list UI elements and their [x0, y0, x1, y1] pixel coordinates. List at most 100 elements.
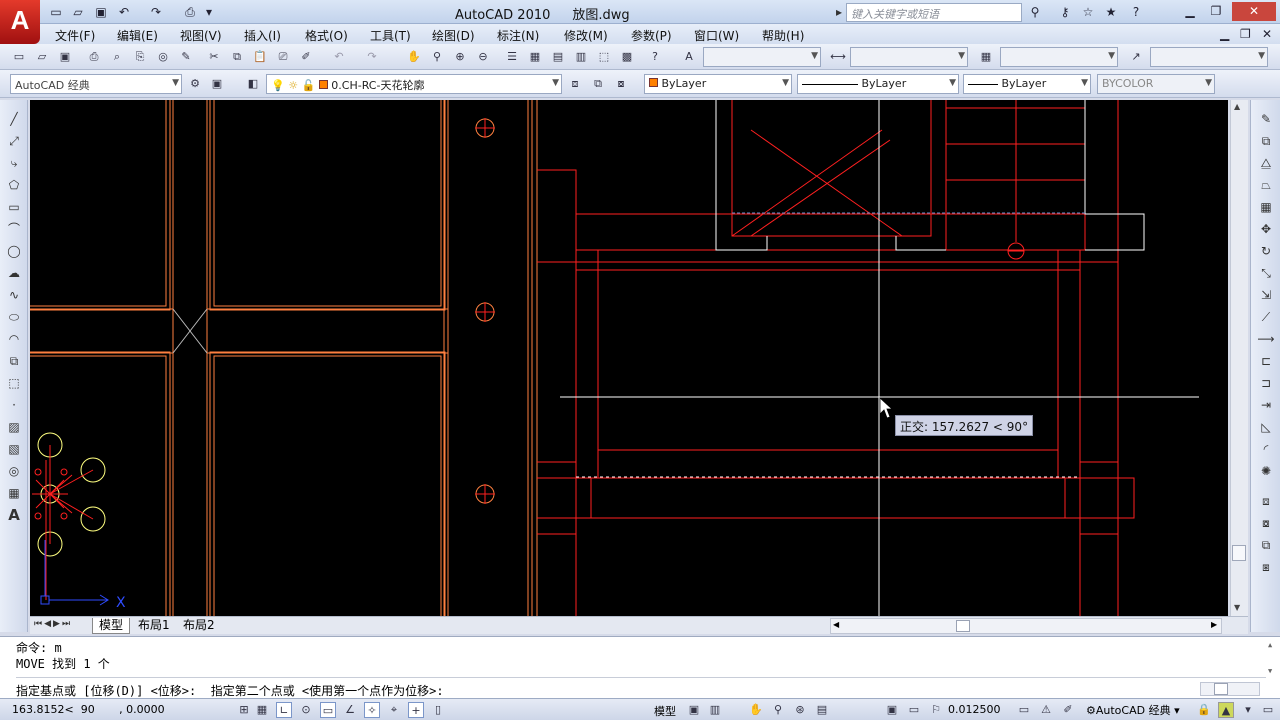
close-window-icon[interactable]: ✕ — [1232, 2, 1276, 21]
arc-icon[interactable]: ⌒ — [5, 220, 23, 238]
horizontal-scroll-thumb[interactable] — [956, 620, 970, 632]
extend-icon[interactable]: ⟶ — [1257, 330, 1275, 348]
stretch-icon[interactable]: ⇲ — [1257, 286, 1275, 304]
make-block-icon[interactable]: ⬚ — [5, 374, 23, 392]
infer-constraints-icon[interactable]: ⊞ — [236, 702, 252, 718]
open-icon[interactable]: ▱ — [33, 48, 51, 66]
draw-order-front-icon[interactable]: ⧈ — [1257, 492, 1275, 510]
mleader-style-select[interactable]: ▼ — [1150, 47, 1268, 67]
mleader-style-icon[interactable]: ↗ — [1127, 48, 1145, 66]
scale-icon[interactable]: ⤡ — [1257, 264, 1275, 282]
doc-minimize-icon[interactable]: ▁ — [1220, 27, 1229, 41]
tab-layout1[interactable]: 布局1 — [132, 618, 176, 634]
polyline-icon[interactable]: ⤷ — [5, 154, 23, 172]
horizontal-scrollbar[interactable]: ◀ ▶ — [830, 618, 1222, 634]
fillet-icon[interactable]: ◜ — [1257, 440, 1275, 458]
draw-order-back-icon[interactable]: ⧇ — [1257, 514, 1275, 532]
annotation-visibility-icon[interactable]: ⚐ — [928, 702, 944, 718]
subscription-key-icon[interactable]: ⚷ — [1056, 3, 1074, 21]
revision-cloud-icon[interactable]: ☁ — [5, 264, 23, 282]
coordinate-readout[interactable]: 163.8152< 90 , 0.0000 — [12, 703, 165, 716]
linetype-select[interactable]: ByLayer ▼ — [797, 74, 959, 94]
dim-style-icon[interactable]: ⟷ — [829, 48, 847, 66]
calculator-icon[interactable]: ▩ — [618, 48, 636, 66]
plot-icon-toolbar[interactable]: ⎙ — [85, 48, 103, 66]
application-menu-button[interactable]: A — [0, 0, 40, 44]
chamfer-icon[interactable]: ◺ — [1257, 418, 1275, 436]
quick-view-drawings-icon[interactable]: ▥ — [707, 702, 723, 718]
showmotion-icon[interactable]: ▤ — [814, 702, 830, 718]
design-center-icon[interactable]: ▦ — [526, 48, 544, 66]
tab-nav-arrows-icon[interactable]: ⏮◀▶⏭ — [34, 619, 72, 629]
annotation-sync-icon[interactable]: ⚠ — [1038, 702, 1054, 718]
scroll-right-icon[interactable]: ▶ — [1211, 620, 1217, 629]
menu-draw[interactable]: 绘图(D) — [432, 27, 475, 44]
sheet-set-icon[interactable]: ▥ — [572, 48, 590, 66]
clean-screen-icon[interactable]: ▭ — [1260, 702, 1276, 718]
annotation-scale-value[interactable]: 0.012500 — [948, 703, 1001, 716]
polygon-icon[interactable]: ⬠ — [5, 176, 23, 194]
annotation-autoscale-icon[interactable]: ▭ — [1016, 702, 1032, 718]
zoom-status-icon[interactable]: ⚲ — [770, 702, 786, 718]
polar-tracking-icon[interactable]: ▭ — [320, 702, 336, 718]
spline-icon[interactable]: ∿ — [5, 286, 23, 304]
menu-modify[interactable]: 修改(M) — [564, 27, 608, 44]
doc-restore-icon[interactable]: ❐ — [1240, 27, 1251, 41]
table-icon[interactable]: ▦ — [5, 484, 23, 502]
menu-parametric[interactable]: 参数(P) — [631, 27, 672, 44]
break-icon[interactable]: ⊐ — [1257, 374, 1275, 392]
dim-style-select[interactable]: ▼ — [850, 47, 968, 67]
minimize-window-icon[interactable]: ▁ — [1177, 2, 1203, 21]
match-properties-icon[interactable]: ⎚ — [274, 48, 292, 66]
menu-edit[interactable]: 编辑(E) — [117, 27, 158, 44]
drawing-canvas[interactable]: X — [30, 100, 1228, 616]
make-current-layer-icon[interactable]: ⧈ — [566, 75, 584, 93]
properties-icon[interactable]: ☰ — [503, 48, 521, 66]
table-style-select[interactable]: ▼ — [1000, 47, 1118, 67]
dynamic-input-icon[interactable]: + — [408, 702, 424, 718]
text-style-select[interactable]: ▼ — [703, 47, 821, 67]
command-hscroll-thumb[interactable] — [1214, 683, 1228, 695]
menu-tools[interactable]: 工具(T) — [370, 27, 411, 44]
cut-icon[interactable]: ✂ — [205, 48, 223, 66]
communication-center-icon[interactable]: ☆ — [1079, 3, 1097, 21]
grid-display-icon[interactable]: ∟ — [276, 702, 292, 718]
menu-help[interactable]: 帮助(H) — [762, 27, 804, 44]
layer-state-icon[interactable]: ⧇ — [612, 75, 630, 93]
scroll-up-icon[interactable]: ▲ — [1234, 102, 1240, 111]
command-scroll-down-icon[interactable]: ▼ — [1268, 667, 1272, 675]
break-at-point-icon[interactable]: ⊏ — [1257, 352, 1275, 370]
annotation-scale-icon[interactable]: ▭ — [906, 702, 922, 718]
toolbar-lock-icon[interactable]: 🔒 — [1196, 702, 1212, 718]
publish-icon[interactable]: ⎘ — [131, 48, 149, 66]
ellipse-icon[interactable]: ⬭ — [5, 308, 23, 326]
model-space-label[interactable]: 模型 — [654, 703, 676, 719]
plot-icon[interactable]: ⎙ — [181, 3, 199, 21]
help-icon[interactable]: ? — [1127, 3, 1145, 21]
text-style-icon[interactable]: A — [680, 48, 698, 66]
markup-set-icon[interactable]: ⬚ — [595, 48, 613, 66]
save-icon-toolbar[interactable]: ▣ — [56, 48, 74, 66]
zoom-window-icon[interactable]: ⊕ — [451, 48, 469, 66]
draw-order-above-icon[interactable]: ⧉ — [1257, 536, 1275, 554]
workspace-settings-icon[interactable]: ⚙ — [186, 75, 204, 93]
scroll-left-icon[interactable]: ◀ — [833, 620, 839, 629]
draw-order-under-icon[interactable]: ⧆ — [1257, 558, 1275, 576]
multiline-text-icon[interactable]: A — [5, 506, 23, 524]
hatch-icon[interactable]: ▨ — [5, 418, 23, 436]
pan-icon[interactable]: ✋ — [405, 48, 423, 66]
restore-window-icon[interactable]: ❐ — [1203, 2, 1229, 21]
plotstyle-select[interactable]: BYCOLOR ▼ — [1097, 74, 1215, 94]
annotation-add-icon[interactable]: ✐ — [1060, 702, 1076, 718]
point-icon[interactable]: · — [5, 396, 23, 414]
new-file-icon[interactable]: ▭ — [47, 3, 65, 21]
workspace-switch[interactable]: ⚙AutoCAD 经典 ▾ — [1086, 702, 1180, 718]
undo-icon[interactable]: ↶ — [115, 3, 133, 21]
region-icon[interactable]: ◎ — [5, 462, 23, 480]
quick-access-dropdown-icon[interactable]: ▾ — [200, 3, 218, 21]
mirror-icon[interactable]: ⧋ — [1257, 154, 1275, 172]
workspace-select[interactable]: AutoCAD 经典 ▼ — [10, 74, 182, 94]
tool-palettes-icon[interactable]: ▤ — [549, 48, 567, 66]
command-window[interactable]: 命令: m MOVE 找到 1 个 指定基点或 [位移(D)] <位移>: 指定… — [0, 636, 1280, 698]
qnew-icon[interactable]: ▭ — [10, 48, 28, 66]
